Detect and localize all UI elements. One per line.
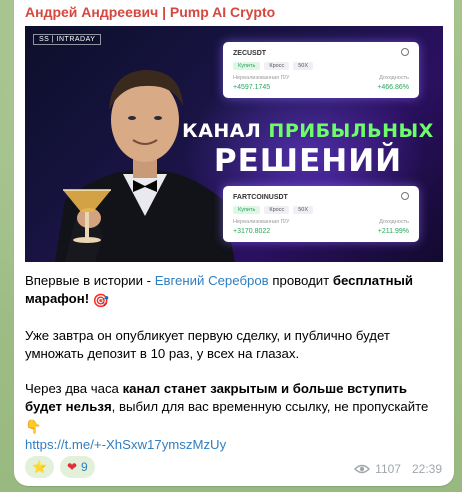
chip-buy: Купить — [233, 206, 261, 214]
headline-accent-word: ПРИБЫЛЬНЫХ — [268, 120, 434, 142]
p3-prefix: Через два часа — [25, 381, 123, 396]
message-time: 22:39 — [411, 462, 442, 476]
p3-suffix: , выбил для вас временную ссылку, не про… — [111, 399, 429, 414]
sender-name[interactable]: Андрей Андреевич | Pump AI Crypto — [25, 4, 275, 20]
paragraph-3: Через два часа канал станет закрытым и б… — [25, 380, 445, 454]
p1-middle: проводит — [268, 273, 333, 288]
card-symbol: FARTCOINUSDT — [233, 194, 288, 201]
views-count: 1107 — [375, 462, 401, 476]
reactions-bar: ⭐ ❤ 9 — [25, 456, 95, 478]
p1-prefix: Впервые в истории - — [25, 273, 155, 288]
invite-link[interactable]: https://t.me/+-XhSxw17ymszMzUy — [25, 437, 226, 452]
label-return: Доходность — [379, 219, 409, 225]
reaction-heart[interactable]: ❤ 9 — [59, 456, 95, 478]
target-emoji-icon: 🎯 — [92, 293, 110, 308]
message-text: Впервые в истории - Евгений Серебров про… — [25, 272, 445, 454]
trade-card-fartcoin: FARTCOINUSDT Купить Кросс 50X Нереализов… — [223, 186, 419, 242]
message-photo[interactable]: SS | INTRADAY ZECUSDT Купить Кросс 50X Н… — [25, 26, 443, 262]
pointing-down-emoji-icon: 👇 — [25, 419, 42, 434]
value-pnl: +4597.1745 — [233, 84, 271, 91]
star-icon: ⭐ — [32, 460, 47, 474]
chip-leverage: 50X — [293, 206, 314, 214]
message-bubble: Андрей Андреевич | Pump AI Crypto SS | I… — [14, 0, 454, 486]
chip-buy: Купить — [233, 62, 261, 70]
headline-line2: РЕШЕНИЙ — [213, 143, 403, 179]
chip-cross: Кросс — [264, 206, 290, 214]
value-return: +211.99% — [377, 228, 409, 235]
paragraph-2: Уже завтра он опубликует первую сделку, … — [25, 328, 390, 361]
headline-word: КАНАЛ — [182, 120, 262, 142]
share-icon — [401, 48, 409, 56]
heart-icon: ❤ — [66, 460, 78, 474]
photo-headline: КАНАЛ ПРИБЫЛЬНЫХ РЕШЕНИЙ — [175, 120, 441, 179]
chip-cross: Кросс — [264, 62, 290, 70]
reaction-count: 9 — [81, 460, 88, 474]
value-return: +466.86% — [377, 84, 409, 91]
label-pnl: Нереализованная П/У — [233, 75, 290, 81]
message-meta: 1107 22:39 — [354, 462, 442, 476]
reaction-star[interactable]: ⭐ — [25, 456, 54, 478]
paragraph-1: Впервые в истории - Евгений Серебров про… — [25, 272, 445, 310]
share-icon — [401, 192, 409, 200]
card-symbol: ZECUSDT — [233, 50, 267, 57]
eye-icon — [354, 464, 371, 474]
trade-card-zec: ZECUSDT Купить Кросс 50X Нереализованная… — [223, 42, 419, 98]
chip-leverage: 50X — [293, 62, 314, 70]
value-pnl: +3170.8022 — [233, 228, 271, 235]
label-pnl: Нереализованная П/У — [233, 219, 290, 225]
mention-link[interactable]: Евгений Серебров — [155, 273, 269, 288]
label-return: Доходность — [379, 75, 409, 81]
